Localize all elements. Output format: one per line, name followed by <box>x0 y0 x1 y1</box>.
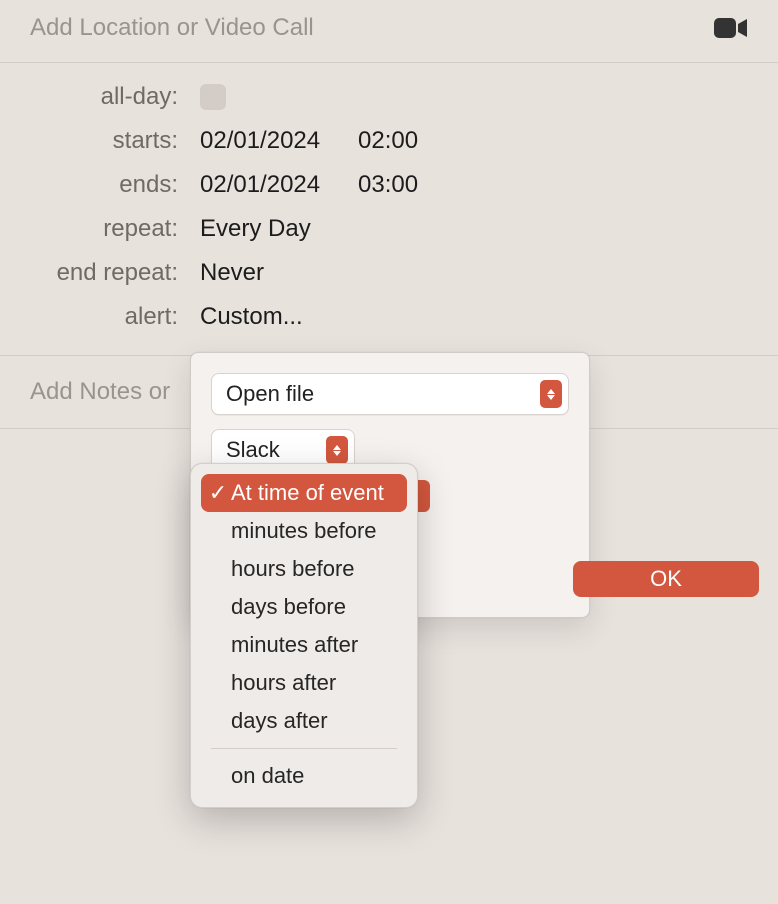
menu-item-on-date[interactable]: ✓ on date <box>201 757 407 795</box>
all-day-checkbox[interactable] <box>200 84 226 110</box>
menu-item-minutes-after[interactable]: ✓ minutes after <box>201 626 407 664</box>
location-row: Add Location or Video Call <box>0 0 778 63</box>
menu-item-days-before[interactable]: ✓ days before <box>201 588 407 626</box>
alert-row: alert: Custom... <box>30 303 748 331</box>
menu-item-label: on date <box>231 763 304 789</box>
menu-item-label: days after <box>231 708 328 734</box>
location-input[interactable]: Add Location or Video Call <box>30 14 314 42</box>
repeat-select[interactable]: Every Day <box>200 215 311 243</box>
event-form: all-day: starts: 02/01/2024 02:00 ends: … <box>0 63 778 356</box>
alert-label: alert: <box>30 303 178 331</box>
menu-item-label: minutes before <box>231 518 377 544</box>
end-repeat-row: end repeat: Never <box>30 259 748 287</box>
alert-action-select[interactable]: Open file <box>211 373 569 415</box>
menu-item-days-after[interactable]: ✓ days after <box>201 702 407 740</box>
starts-label: starts: <box>30 127 178 155</box>
ends-label: ends: <box>30 171 178 199</box>
alert-action-value: Open file <box>226 381 314 407</box>
menu-item-label: hours before <box>231 556 355 582</box>
alert-timing-select[interactable] <box>416 480 430 512</box>
end-repeat-label: end repeat: <box>30 259 178 287</box>
starts-row: starts: 02/01/2024 02:00 <box>30 127 748 155</box>
starts-time-field[interactable]: 02:00 <box>358 127 418 155</box>
updown-stepper-icon <box>540 380 562 408</box>
menu-item-minutes-before[interactable]: ✓ minutes before <box>201 512 407 550</box>
menu-item-at-time-of-event[interactable]: ✓ At time of event <box>201 474 407 512</box>
repeat-label: repeat: <box>30 215 178 243</box>
alert-file-value: Slack <box>226 437 280 463</box>
menu-separator <box>211 748 397 749</box>
menu-item-label: At time of event <box>231 480 384 506</box>
menu-item-label: minutes after <box>231 632 358 658</box>
ends-row: ends: 02/01/2024 03:00 <box>30 171 748 199</box>
menu-item-hours-before[interactable]: ✓ hours before <box>201 550 407 588</box>
all-day-row: all-day: <box>30 83 748 111</box>
starts-date-field[interactable]: 02/01/2024 <box>200 127 358 155</box>
updown-stepper-icon <box>326 436 348 464</box>
ok-button[interactable]: OK <box>573 561 759 597</box>
ends-date-field[interactable]: 02/01/2024 <box>200 171 358 199</box>
alert-timing-menu: ✓ At time of event ✓ minutes before ✓ ho… <box>190 463 418 808</box>
repeat-row: repeat: Every Day <box>30 215 748 243</box>
all-day-label: all-day: <box>30 83 178 111</box>
end-repeat-select[interactable]: Never <box>200 259 264 287</box>
ends-time-field[interactable]: 03:00 <box>358 171 418 199</box>
check-icon: ✓ <box>209 480 227 506</box>
menu-item-hours-after[interactable]: ✓ hours after <box>201 664 407 702</box>
alert-select[interactable]: Custom... <box>200 303 303 331</box>
menu-item-label: hours after <box>231 670 336 696</box>
video-call-icon[interactable] <box>714 16 748 40</box>
notes-input[interactable]: Add Notes or <box>30 378 170 405</box>
menu-item-label: days before <box>231 594 346 620</box>
